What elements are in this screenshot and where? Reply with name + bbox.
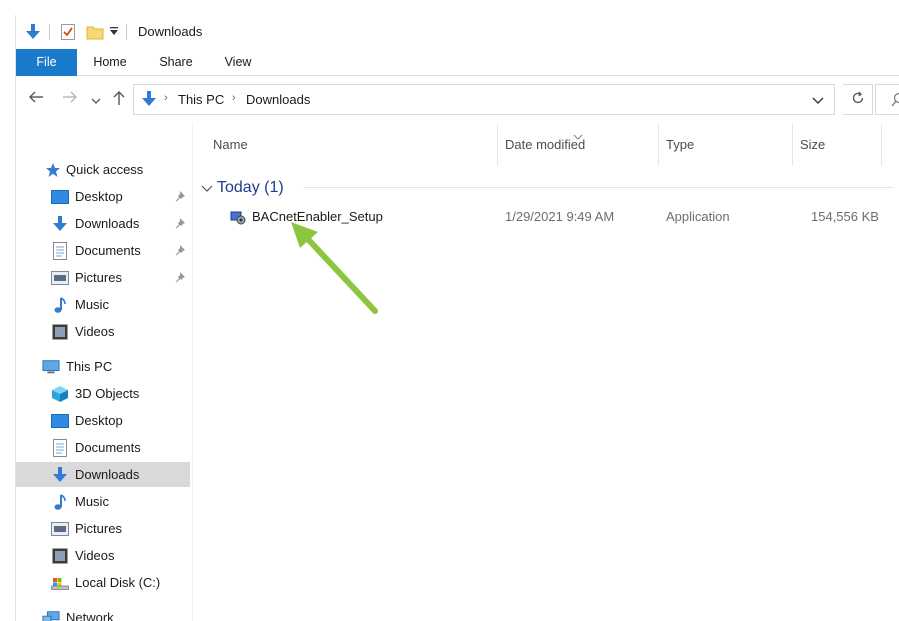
sidebar-item-downloads[interactable]: Downloads [16, 211, 190, 236]
sidebar-item-downloads-pc[interactable]: Downloads [16, 462, 190, 487]
tab-share[interactable]: Share [146, 49, 206, 76]
computer-icon [42, 358, 60, 376]
properties-icon[interactable] [60, 23, 76, 41]
breadcrumb-downloads[interactable]: Downloads [246, 92, 310, 107]
star-icon [44, 161, 62, 179]
file-list: Name Date modified Type Size Today (1) B… [193, 122, 899, 621]
3d-objects-icon [51, 385, 69, 403]
pin-icon[interactable] [174, 244, 186, 259]
sidebar-item-documents-pc[interactable]: Documents [16, 435, 190, 460]
title-bar: Downloads [16, 15, 899, 49]
tab-home[interactable]: Home [80, 49, 140, 76]
new-folder-icon[interactable] [86, 23, 104, 41]
sidebar-item-music-pc[interactable]: Music [16, 489, 190, 514]
documents-icon [51, 438, 69, 457]
sidebar-item-desktop-pc[interactable]: Desktop [16, 408, 190, 433]
tab-view[interactable]: View [208, 49, 268, 76]
navigation-bar: › This PC › Downloads [16, 76, 899, 122]
chevron-down-icon[interactable] [812, 93, 824, 108]
downloads-icon [140, 90, 158, 111]
sidebar-item-music[interactable]: Music [16, 292, 190, 317]
file-name: BACnetEnabler_Setup [252, 209, 383, 224]
music-icon [51, 493, 69, 511]
pin-icon[interactable] [174, 190, 186, 205]
breadcrumb-separator[interactable]: › [164, 92, 168, 104]
downloads-icon [51, 466, 69, 484]
sidebar-item-this-pc[interactable]: This PC [16, 354, 190, 379]
setup-application-icon [230, 209, 246, 228]
documents-icon [51, 241, 69, 260]
desktop-icon [51, 188, 69, 206]
file-size: 154,556 KB [811, 209, 879, 224]
search-icon [891, 92, 899, 111]
videos-icon [51, 547, 69, 565]
downloads-icon [51, 215, 69, 233]
refresh-icon [851, 91, 865, 108]
file-date-modified: 1/29/2021 9:49 AM [505, 209, 615, 224]
sidebar-item-videos-pc[interactable]: Videos [16, 543, 190, 568]
breadcrumb-this-pc[interactable]: This PC [178, 92, 224, 107]
back-arrow-icon[interactable] [28, 90, 44, 108]
navigation-pane: Quick access Desktop Downloads Documents… [16, 122, 192, 621]
chevron-down-icon[interactable] [201, 181, 213, 196]
sidebar-item-3d-objects[interactable]: 3D Objects [16, 381, 190, 406]
sidebar-item-videos[interactable]: Videos [16, 319, 190, 344]
ribbon-tabs: File Home Share View [16, 49, 899, 76]
table-row[interactable]: BACnetEnabler_Setup 1/29/2021 9:49 AM Ap… [193, 206, 899, 228]
explorer-window: Downloads File Home Share View › This PC… [15, 15, 899, 621]
up-arrow-icon[interactable] [112, 90, 126, 110]
pin-icon[interactable] [174, 271, 186, 286]
window-title: Downloads [138, 24, 203, 39]
sidebar-item-pictures-pc[interactable]: Pictures [16, 516, 190, 541]
breadcrumb-separator[interactable]: › [232, 92, 236, 104]
column-header-date-modified[interactable]: Date modified [505, 137, 585, 152]
sidebar-item-local-disk[interactable]: Local Disk (C:) [16, 570, 190, 595]
music-icon [51, 296, 69, 314]
address-bar[interactable]: › This PC › Downloads [133, 84, 835, 115]
file-type: Application [666, 209, 730, 224]
pictures-icon [51, 520, 69, 538]
sidebar-item-desktop[interactable]: Desktop [16, 184, 190, 209]
sidebar-item-network[interactable]: Network [16, 605, 190, 621]
refresh-button[interactable] [843, 84, 873, 115]
tab-file[interactable]: File [16, 49, 77, 76]
recent-locations-icon[interactable] [91, 93, 101, 109]
pictures-icon [51, 269, 69, 287]
downloads-icon[interactable] [24, 23, 42, 41]
sidebar-item-pictures[interactable]: Pictures [16, 265, 190, 290]
customize-toolbar-icon[interactable] [109, 26, 119, 36]
column-header-size[interactable]: Size [800, 137, 825, 152]
search-input[interactable] [875, 84, 899, 115]
forward-arrow-icon[interactable] [62, 90, 78, 108]
sidebar-item-quick-access[interactable]: Quick access [16, 157, 190, 182]
column-header-name[interactable]: Name [213, 137, 248, 152]
column-header-type[interactable]: Type [666, 137, 694, 152]
group-header-today[interactable]: Today (1) [201, 177, 284, 199]
videos-icon [51, 323, 69, 341]
drive-icon [51, 574, 69, 592]
desktop-icon [51, 412, 69, 430]
network-icon [42, 609, 60, 621]
pin-icon[interactable] [174, 217, 186, 232]
sidebar-item-documents[interactable]: Documents [16, 238, 190, 263]
